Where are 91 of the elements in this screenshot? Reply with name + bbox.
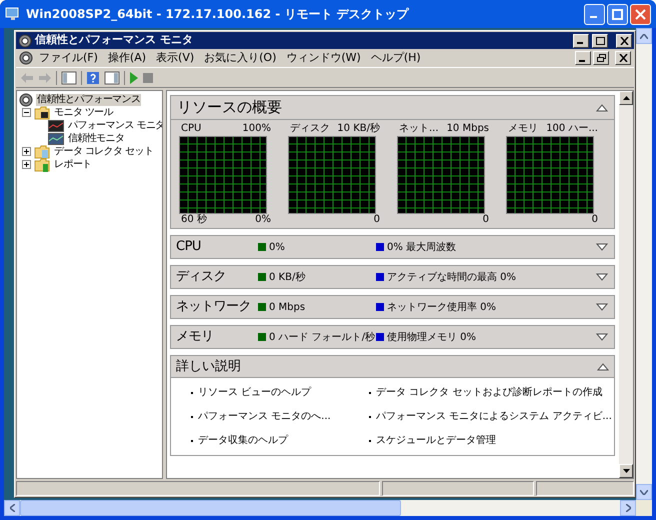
- help-icon[interactable]: [86, 70, 100, 84]
- restore-button[interactable]: [593, 51, 609, 65]
- chart-icon: [48, 120, 64, 132]
- minimize-icon: [579, 60, 585, 62]
- graph-max-label: 100%: [242, 123, 271, 136]
- help-link[interactable]: パフォーマンス モニタによるシステム アクティビ...: [376, 409, 612, 424]
- monitor-gear-icon: [18, 34, 32, 48]
- menu-item[interactable]: お気に入り(O): [200, 50, 280, 66]
- menu-gear-icon: [19, 51, 33, 65]
- minimize-button[interactable]: [573, 34, 589, 48]
- folder-icon: [34, 144, 50, 158]
- legend-label: 0 ハード フォールト/秒: [269, 330, 376, 344]
- monitor-gear-icon: [19, 92, 33, 106]
- pane-icon[interactable]: [61, 70, 77, 84]
- window-title: Win2008SP2_64bit - 172.17.100.162 - リモート デスクトップ: [26, 6, 410, 23]
- menu-item[interactable]: 表示(V): [152, 50, 198, 66]
- help-link[interactable]: データ コレクタ セットおよび診断レポートの作成: [376, 385, 602, 400]
- legend-label: 使用物理メモリ 0%: [387, 330, 476, 344]
- legend-label: 0 KB/秒: [269, 270, 306, 284]
- close-button[interactable]: [616, 34, 632, 48]
- tree-item[interactable]: データ コレクタ セット: [53, 146, 154, 158]
- help-link[interactable]: リソース ビューのヘルプ: [198, 385, 312, 400]
- panel-title: CPU: [176, 238, 202, 256]
- collapse-icon[interactable]: [596, 104, 608, 112]
- close-button[interactable]: [615, 51, 631, 65]
- menu-item[interactable]: ヘルプ(H): [366, 50, 425, 66]
- minimize-icon: [590, 16, 597, 18]
- legend-label: アクティブな時間の最高 0%: [387, 270, 516, 284]
- scroll-right-button[interactable]: [620, 500, 636, 516]
- graph-label: ネット...: [399, 123, 439, 136]
- console-title: 信頼性とパフォーマンス モニタ: [35, 32, 194, 48]
- graph-min-label: 0%: [255, 214, 271, 227]
- remote-desktop-icon: [5, 7, 21, 21]
- panel-title: メモリ: [176, 328, 214, 346]
- minimize-button[interactable]: [575, 51, 591, 65]
- menu-item[interactable]: 操作(A): [104, 50, 150, 66]
- minus-icon: [24, 110, 29, 115]
- legend-label: 0 Mbps: [269, 300, 306, 314]
- tree-item[interactable]: レポート: [53, 158, 93, 170]
- help-link[interactable]: スケジュールとデータ管理: [376, 433, 496, 448]
- graph-time-label: 60 秒: [181, 214, 207, 227]
- plus-icon: [24, 149, 29, 154]
- expand-box[interactable]: [22, 147, 31, 156]
- panel-title: ディスク: [176, 268, 227, 286]
- legend-label: 0%: [269, 240, 285, 254]
- panel-title: ネットワーク: [176, 298, 252, 316]
- legend-label: 0% 最大周波数: [387, 240, 456, 254]
- menu-item[interactable]: ウィンドウ(W): [282, 50, 365, 66]
- panel-title: 詳しい説明: [176, 358, 242, 376]
- chart-icon: [48, 132, 64, 144]
- graph-max-label: 100 ハー...: [546, 123, 598, 136]
- size-grip[interactable]: [636, 500, 652, 516]
- graph-label: メモリ: [508, 123, 538, 136]
- tree-item[interactable]: 信頼性モニタ: [67, 132, 126, 144]
- folder-icon: [34, 158, 50, 172]
- tree-item[interactable]: モニタ ツール: [53, 106, 114, 118]
- folder-icon: [34, 106, 50, 120]
- graph-max-label: 10 Mbps: [446, 123, 489, 136]
- graph-min-label: 0: [592, 214, 598, 227]
- maximize-button[interactable]: [592, 34, 608, 48]
- expand-icon[interactable]: [596, 243, 608, 251]
- collapse-box[interactable]: [22, 108, 31, 117]
- panel-title: リソースの概要: [177, 97, 283, 118]
- collapse-icon[interactable]: [597, 362, 609, 370]
- graph-min-label: 0: [374, 214, 380, 227]
- plus-icon: [24, 162, 29, 167]
- menu-item[interactable]: ファイル(F): [35, 50, 102, 66]
- restore-icon: [596, 54, 606, 62]
- pane-icon[interactable]: [104, 70, 120, 84]
- minimize-icon: [577, 42, 583, 44]
- graph-min-label: 0: [482, 214, 489, 227]
- down-arrow-icon: [622, 469, 630, 473]
- graph-label: ディスク: [290, 123, 330, 136]
- scrollbar-thumb[interactable]: [20, 500, 401, 516]
- expand-icon[interactable]: [596, 273, 608, 281]
- maximize-icon: [612, 8, 623, 20]
- tree-item[interactable]: 信頼性とパフォーマンス: [36, 94, 142, 106]
- scroll-left-button[interactable]: [4, 500, 20, 516]
- graph-max-label: 10 KB/秒: [337, 123, 380, 136]
- expand-icon[interactable]: [596, 303, 608, 311]
- help-link[interactable]: パフォーマンス モニタのへ...: [198, 409, 331, 424]
- close-icon: [620, 36, 628, 44]
- up-arrow-icon: [622, 96, 630, 100]
- graph-label: CPU: [181, 123, 202, 136]
- close-icon: [635, 8, 646, 20]
- help-link[interactable]: データ収集のヘルプ: [198, 433, 288, 448]
- expand-box[interactable]: [22, 160, 31, 169]
- expand-icon[interactable]: [596, 333, 608, 341]
- close-icon: [618, 54, 628, 62]
- maximize-icon: [596, 36, 604, 44]
- legend-label: ネットワーク使用率 0%: [387, 300, 496, 314]
